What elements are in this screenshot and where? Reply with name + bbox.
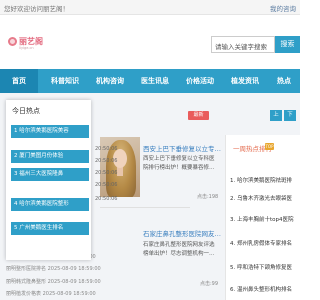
rank-item[interactable]: 1. 哈尔滨美鹅医院祛斑排: [230, 176, 300, 184]
article-summary: 石家庄鼻孔整形医院网友评选榜单出炉！尽志调整机构一…: [143, 242, 215, 257]
hot-item-time: 20:50:06: [95, 158, 118, 164]
new-badge: 最新: [188, 111, 209, 120]
list-item[interactable]: 丽明植发价格表 2025-08-09 18:59:00: [6, 290, 136, 297]
hot-item-time: 20:50:06: [95, 196, 118, 202]
rank-item[interactable]: 6. 温州鼻头整形机构排名: [230, 285, 300, 293]
nav-item-science[interactable]: 科普知识: [45, 69, 85, 93]
hot-item[interactable]: 4 哈尔滨美鹅医院整形: [11, 198, 89, 211]
hot-item[interactable]: 5 广州美鹅医生排名: [11, 222, 89, 235]
prev-button[interactable]: 上: [270, 110, 282, 121]
click-count: 点击:99: [200, 281, 219, 287]
click-count: 点击:198: [197, 194, 219, 200]
article-title[interactable]: 西安上巴下垂修复以立专…: [143, 143, 223, 153]
list-item[interactable]: 丽明整形医院排名 2025-08-09 18:59:00: [6, 265, 136, 272]
search-input[interactable]: 请输入关键字搜索: [211, 36, 275, 53]
main-nav: 首页 科普知识 机构咨询 医生讯息 价格活动 植发资讯 热点: [0, 69, 300, 93]
rank-item[interactable]: 5. 呼和浩特下颌角修复医: [230, 263, 300, 271]
hot-item[interactable]: 1 哈尔滨美鹅医院美容: [11, 125, 89, 138]
rank-item[interactable]: 4. 郑州乳房假体专家排名: [230, 239, 300, 247]
welcome-text: 您好欢迎访问丽艺阁！: [4, 5, 69, 13]
card-divider: [100, 207, 190, 208]
list-item[interactable]: 丽明韩式隆鼻整形 2025-08-09 18:59:00: [6, 278, 136, 285]
nav-item-hot[interactable]: 热点: [270, 69, 298, 93]
top-badge: TOP: [265, 143, 274, 150]
nav-item-prices[interactable]: 价格活动: [180, 69, 220, 93]
hot-item-time: 20:50:06: [95, 170, 118, 176]
nav-item-home[interactable]: 首页: [0, 69, 38, 93]
top-bar: 您好欢迎访问丽艺阁！ 我的咨询: [0, 0, 300, 15]
hot-item[interactable]: 2 厦门美图月份体验: [11, 150, 89, 163]
nav-item-institutions[interactable]: 机构咨询: [90, 69, 130, 93]
next-button[interactable]: 下: [284, 110, 296, 121]
hot-item-time: 20:50:06: [95, 182, 118, 188]
logo-flower-icon: [8, 37, 17, 46]
today-hot-title: 今日热点: [12, 107, 40, 115]
rank-item[interactable]: 2. 乌鲁木齐激光去眼袋医: [230, 194, 300, 202]
search-button[interactable]: 搜索: [275, 36, 300, 53]
site-logo[interactable]: 丽艺阁 liyige.cn: [8, 36, 44, 52]
article-title[interactable]: 石家庄鼻孔整形医院网友…: [143, 228, 223, 238]
article-summary: 西安上巴下垂修复以立专科医院排行榜出炉！概要暴吞修…: [143, 156, 215, 171]
nav-item-doctors[interactable]: 医生讯息: [135, 69, 175, 93]
nav-item-hair-transplant[interactable]: 植发资讯: [225, 69, 265, 93]
logo-subtitle: liyige.cn: [19, 46, 34, 50]
hot-item[interactable]: 3 福州三大医院隆鼻: [11, 168, 89, 181]
top-links[interactable]: 我的咨询: [270, 3, 296, 13]
rank-item[interactable]: 3. 上海丰胸前十top4医院: [230, 215, 300, 223]
hot-item-time: 20:50:06: [95, 146, 118, 152]
